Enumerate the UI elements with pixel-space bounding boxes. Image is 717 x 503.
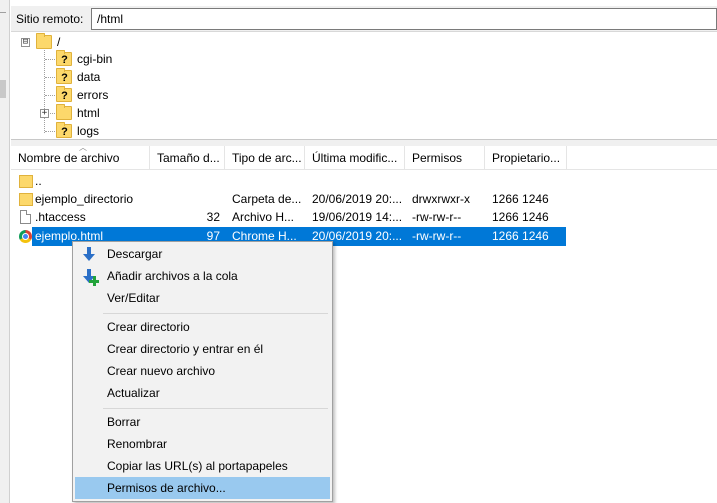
question-folder-icon: ? <box>56 68 72 84</box>
remote-directory-tree: ⊟ / ? cgi-bin ? data ? errors + html ? l… <box>11 32 717 140</box>
file-list-header: Nombre de archivo ︿ Tamaño d... Tipo de … <box>11 146 717 170</box>
menu-item-download[interactable]: Descargar <box>75 243 330 265</box>
remote-site-label: Sitio remoto: <box>16 12 84 26</box>
collapse-root-icon[interactable]: ⊟ <box>21 38 30 47</box>
file-permissions: -rw-rw-r-- <box>412 210 462 224</box>
menu-item-delete[interactable]: Borrar <box>75 411 330 433</box>
question-folder-icon: ? <box>56 86 72 102</box>
remote-site-bar: Sitio remoto: /html <box>11 6 717 32</box>
tree-node-label: cgi-bin <box>77 52 113 66</box>
splitter-mark <box>0 12 6 13</box>
column-header-type[interactable]: Tipo de arc... <box>225 146 305 170</box>
tree-node-label: / <box>57 35 61 49</box>
folder-icon <box>56 104 72 120</box>
file-row-parent[interactable]: .. <box>11 172 717 191</box>
tree-connector <box>44 50 45 133</box>
remote-path-input[interactable]: /html <box>91 8 717 30</box>
folder-icon <box>36 33 52 49</box>
column-header-permissions[interactable]: Permisos <box>405 146 485 170</box>
menu-item-add-to-queue[interactable]: Añadir archivos a la cola <box>75 265 330 287</box>
menu-item-create-directory[interactable]: Crear directorio <box>75 316 330 338</box>
menu-item-view-edit[interactable]: Ver/Editar <box>75 287 330 309</box>
file-modified: 20/06/2019 20:... <box>312 192 403 206</box>
add-to-queue-icon <box>81 268 99 286</box>
file-row[interactable]: ejemplo_directorio Carpeta de... 20/06/2… <box>11 190 717 209</box>
file-name: ejemplo_directorio <box>35 192 134 206</box>
chrome-icon <box>19 230 32 243</box>
file-owner: 1266 1246 <box>492 229 549 243</box>
column-header-modified[interactable]: Última modific... <box>305 146 405 170</box>
column-header-owner[interactable]: Propietario... <box>485 146 567 170</box>
tree-node-label: logs <box>77 124 100 138</box>
menu-item-copy-urls[interactable]: Copiar las URL(s) al portapapeles <box>75 455 330 477</box>
menu-separator <box>103 408 328 409</box>
tree-node-label: data <box>77 70 101 84</box>
sort-ascending-icon: ︿ <box>79 146 87 152</box>
tree-node-label: errors <box>77 88 109 102</box>
folder-icon <box>19 193 33 206</box>
scrollbar-thumb[interactable] <box>0 80 6 98</box>
tree-connector <box>45 131 55 132</box>
file-permissions: drwxrwxr-x <box>412 192 470 206</box>
file-owner: 1266 1246 <box>492 210 549 224</box>
column-header-name[interactable]: Nombre de archivo ︿ <box>11 146 150 170</box>
left-splitter[interactable] <box>0 0 10 503</box>
file-row[interactable]: .htaccess 32 Archivo H... 19/06/2019 14:… <box>11 208 717 227</box>
question-folder-icon: ? <box>56 50 72 66</box>
file-size: 32 <box>206 210 220 224</box>
tree-connector <box>45 95 55 96</box>
file-type: Carpeta de... <box>232 192 302 206</box>
menu-separator <box>103 313 328 314</box>
folder-icon <box>19 175 33 188</box>
file-modified: 19/06/2019 14:... <box>312 210 403 224</box>
menu-item-create-directory-enter[interactable]: Crear directorio y entrar en él <box>75 338 330 360</box>
file-permissions: -rw-rw-r-- <box>412 229 462 243</box>
file-name: .htaccess <box>35 210 86 224</box>
menu-item-file-permissions[interactable]: Permisos de archivo... <box>75 477 330 499</box>
file-type: Archivo H... <box>232 210 295 224</box>
tree-connector <box>45 77 55 78</box>
download-icon <box>81 246 97 262</box>
expand-html-icon[interactable]: + <box>40 109 49 118</box>
menu-item-create-file[interactable]: Crear nuevo archivo <box>75 360 330 382</box>
file-name: .. <box>35 174 42 188</box>
tree-connector <box>45 59 55 60</box>
column-header-size[interactable]: Tamaño d... <box>150 146 225 170</box>
menu-item-refresh[interactable]: Actualizar <box>75 382 330 404</box>
tree-node-label: html <box>77 106 100 120</box>
context-menu: Descargar Añadir archivos a la cola Ver/… <box>72 241 333 502</box>
menu-item-rename[interactable]: Renombrar <box>75 433 330 455</box>
file-icon <box>20 210 31 224</box>
file-owner: 1266 1246 <box>492 192 549 206</box>
question-folder-icon: ? <box>56 122 72 138</box>
